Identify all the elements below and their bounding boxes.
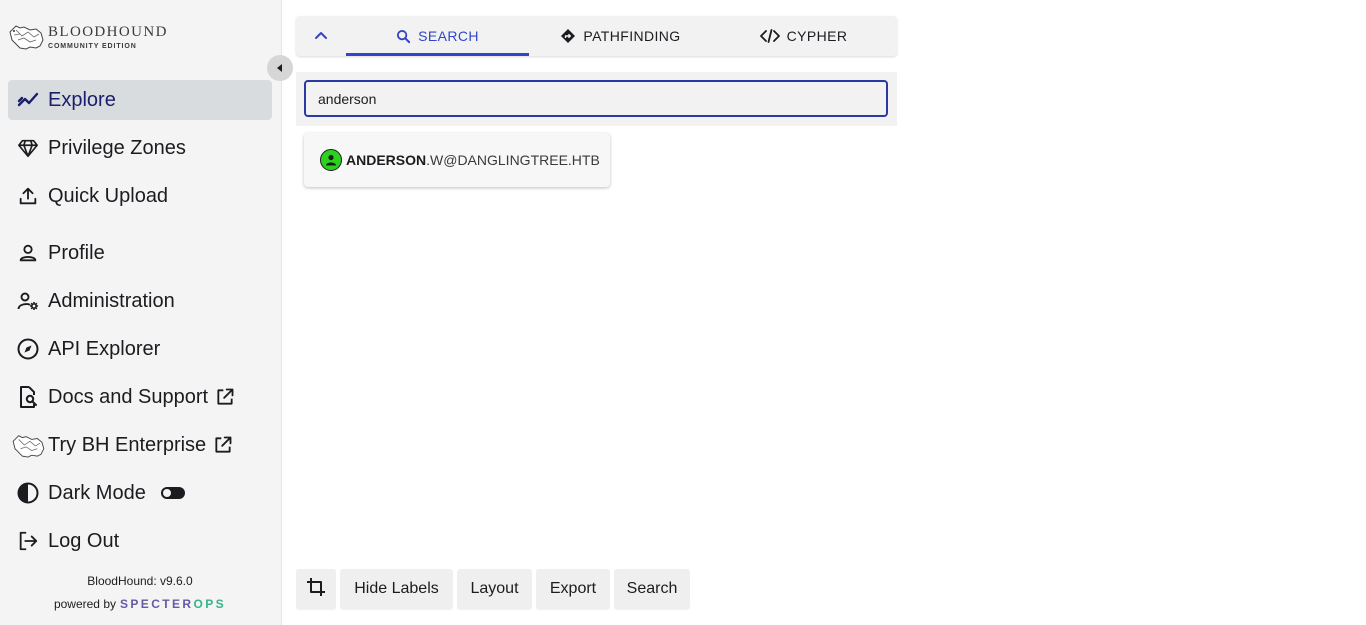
- collapse-sidebar-button[interactable]: [267, 55, 293, 81]
- sidebar: BLOODHOUND COMMUNITY EDITION Explore Pri…: [0, 0, 282, 625]
- sidebar-item-label: Quick Upload: [48, 184, 169, 207]
- brand-subtitle: COMMUNITY EDITION: [48, 42, 137, 50]
- export-button[interactable]: Export: [536, 569, 610, 609]
- crop-icon: [306, 577, 326, 602]
- sidebar-item-label: Try BH Enterprise: [48, 433, 207, 456]
- doc-search-icon: [8, 377, 48, 417]
- bloodhound-logo-icon: [8, 22, 44, 52]
- search-panel: [296, 72, 897, 126]
- search-result-match: ANDERSON: [346, 152, 427, 168]
- person-icon: [8, 233, 48, 273]
- app-root: BLOODHOUND COMMUNITY EDITION Explore Pri…: [0, 0, 1366, 625]
- vendor-name-a: SPECTER: [120, 597, 194, 611]
- sidebar-item-label: Log Out: [48, 529, 120, 552]
- upload-icon: [8, 176, 48, 216]
- sidebar-item-try-bh-enterprise[interactable]: Try BH Enterprise: [8, 425, 272, 465]
- sidebar-item-administration[interactable]: Administration: [8, 281, 272, 321]
- search-result-rest: .W@DANGLINGTREE.HTB: [426, 152, 600, 168]
- sidebar-item-explore[interactable]: Explore: [8, 80, 272, 120]
- contrast-icon: [8, 473, 48, 513]
- search-result-label: ANDERSON.W@DANGLINGTREE.HTB: [346, 152, 600, 168]
- node-search-input[interactable]: [304, 80, 888, 117]
- powered-by-label: powered by: [53, 597, 116, 611]
- external-link-icon: [213, 435, 233, 455]
- logout-icon: [8, 521, 48, 561]
- caret-left-icon: [275, 63, 285, 73]
- tab-label: CYPHER: [786, 28, 848, 44]
- sidebar-item-privilege-zones[interactable]: Privilege Zones: [8, 128, 272, 168]
- code-icon: [759, 29, 780, 43]
- graph-search-button[interactable]: Search: [614, 569, 690, 609]
- search-icon: [396, 29, 411, 44]
- sidebar-item-docs-and-support[interactable]: Docs and Support: [8, 377, 272, 417]
- dark-mode-toggle[interactable]: [160, 487, 185, 499]
- version-label: BloodHound: v9.6.0: [87, 574, 193, 588]
- tab-search[interactable]: SEARCH: [346, 16, 529, 56]
- chevron-up-icon: [314, 27, 328, 45]
- user-icon: [320, 149, 342, 171]
- layout-button[interactable]: Layout: [457, 569, 532, 609]
- sidebar-item-label: Docs and Support: [48, 385, 209, 408]
- sidebar-item-label: API Explorer: [48, 337, 161, 360]
- sidebar-item-label: Dark Mode: [48, 481, 146, 504]
- external-link-icon: [215, 387, 235, 407]
- bloodhound-icon: [8, 425, 48, 465]
- sidebar-item-quick-upload[interactable]: Quick Upload: [8, 176, 272, 216]
- collapse-panel-button[interactable]: [296, 16, 346, 56]
- brand-logo[interactable]: BLOODHOUND COMMUNITY EDITION: [8, 20, 188, 54]
- crop-button[interactable]: [296, 569, 336, 609]
- user-gear-icon: [8, 281, 48, 321]
- sidebar-item-log-out[interactable]: Log Out: [8, 521, 272, 561]
- sidebar-item-label: Privilege Zones: [48, 136, 186, 159]
- vendor-name-b: OPS: [193, 597, 227, 611]
- powered-by: powered by SPECTEROPS: [0, 597, 280, 611]
- tab-cypher[interactable]: CYPHER: [712, 16, 895, 56]
- tab-label: SEARCH: [418, 28, 479, 44]
- explore-tabs: SEARCH PATHFINDING CYPHER: [296, 16, 897, 56]
- gem-icon: [8, 128, 48, 168]
- brand-title: BLOODHOUND: [48, 23, 168, 40]
- specterops-logo[interactable]: SPECTEROPS: [120, 597, 226, 611]
- hide-labels-button[interactable]: Hide Labels: [340, 569, 453, 609]
- sidebar-item-dark-mode[interactable]: Dark Mode: [8, 473, 272, 513]
- line-chart-icon: [8, 80, 48, 120]
- search-result-item[interactable]: ANDERSON.W@DANGLINGTREE.HTB: [304, 133, 610, 187]
- sidebar-item-label: Profile: [48, 241, 105, 264]
- tab-label: PATHFINDING: [583, 28, 681, 44]
- sidebar-item-label: Administration: [48, 289, 175, 312]
- sidebar-item-profile[interactable]: Profile: [8, 233, 272, 273]
- tab-pathfinding[interactable]: PATHFINDING: [529, 16, 712, 56]
- sidebar-item-api-explorer[interactable]: API Explorer: [8, 329, 272, 369]
- compass-icon: [8, 329, 48, 369]
- sidebar-item-label: Explore: [48, 88, 116, 111]
- diamond-direction-icon: [560, 28, 576, 44]
